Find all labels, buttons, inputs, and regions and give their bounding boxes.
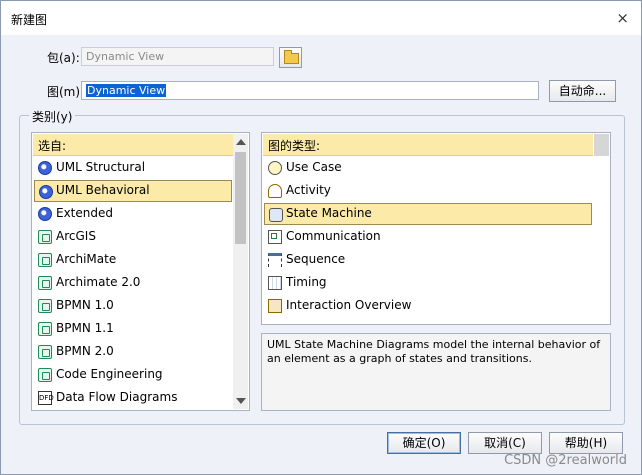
list-item[interactable]: UML Behavioral bbox=[34, 180, 232, 202]
package-label: 包(a): bbox=[47, 51, 80, 65]
folder-icon bbox=[284, 50, 299, 64]
list-item-label: Communication bbox=[286, 229, 381, 243]
communication-icon bbox=[268, 230, 282, 244]
category-label: 类别(y) bbox=[29, 108, 76, 125]
list-item[interactable]: State Machine bbox=[264, 203, 592, 225]
list-item[interactable]: Use Case bbox=[264, 157, 592, 179]
list-item[interactable]: BPMN 1.0 bbox=[34, 295, 232, 317]
scroll-down-icon[interactable] bbox=[236, 398, 246, 404]
list-item-label: Code Engineering bbox=[56, 367, 163, 381]
help-button[interactable]: 帮助(H) bbox=[549, 432, 623, 454]
template-icon bbox=[38, 230, 52, 244]
list-item-label: Data Flow Diagrams bbox=[56, 390, 178, 404]
template-icon bbox=[38, 299, 52, 313]
list-item-label: UML Behavioral bbox=[56, 183, 150, 197]
new-diagram-dialog: 新建图 × 包(a): Dynamic View 图(m): Dynamic V… bbox=[0, 0, 642, 475]
list-item[interactable]: Communication bbox=[264, 226, 592, 248]
template-icon bbox=[38, 253, 52, 267]
close-icon[interactable]: × bbox=[616, 9, 629, 27]
diagram-name-input[interactable]: Dynamic View bbox=[81, 81, 539, 100]
diagram-type-list[interactable]: 图的类型: Use Case Activity State Machine Commu… bbox=[261, 132, 611, 325]
list-item[interactable]: BPMN 2.0 bbox=[34, 341, 232, 363]
list-item-label: State Machine bbox=[286, 206, 372, 220]
list-item[interactable]: Data Flow Diagrams bbox=[34, 387, 232, 409]
list-item-label: Extended bbox=[56, 206, 113, 220]
list-item-label: ArchiMate bbox=[56, 252, 117, 266]
list-item-label: Sequence bbox=[286, 252, 346, 266]
list-item-label: ArcGIS bbox=[56, 229, 96, 243]
list-item-label: Timing bbox=[286, 275, 327, 289]
type-list-scrollbar[interactable] bbox=[594, 134, 609, 156]
from-list-scrollbar[interactable] bbox=[233, 134, 248, 409]
template-icon bbox=[38, 345, 52, 359]
list-item[interactable]: UML Structural bbox=[34, 157, 232, 179]
globe-icon bbox=[38, 161, 52, 175]
list-item-label: BPMN 1.1 bbox=[56, 321, 114, 335]
cancel-button[interactable]: 取消(C) bbox=[468, 432, 542, 454]
package-field: Dynamic View bbox=[81, 47, 274, 66]
list-item[interactable]: Code Engineering bbox=[34, 364, 232, 386]
list-item[interactable]: ArchiMate bbox=[34, 249, 232, 271]
template-icon bbox=[38, 276, 52, 290]
title-bar: 新建图 × bbox=[1, 1, 641, 35]
from-list-header: 选自: bbox=[33, 134, 233, 156]
list-item-label: UML Structural bbox=[56, 160, 146, 174]
type-list-header: 图的类型: bbox=[263, 134, 593, 156]
timing-icon bbox=[268, 276, 282, 290]
diagram-label: 图(m): bbox=[47, 85, 85, 99]
interaction-overview-icon bbox=[268, 299, 282, 313]
state-machine-icon bbox=[269, 208, 283, 222]
from-list[interactable]: 选自: UML Structural UML Behavioral Extended… bbox=[31, 132, 250, 411]
list-item-label: Archimate 2.0 bbox=[56, 275, 141, 289]
watermark: CSDN @2realworld bbox=[504, 453, 627, 468]
auto-name-button[interactable]: 自动命... bbox=[549, 80, 616, 102]
template-icon bbox=[38, 368, 52, 382]
use-case-icon bbox=[268, 161, 282, 175]
template-icon bbox=[38, 322, 52, 336]
list-item[interactable]: Timing bbox=[264, 272, 592, 294]
scroll-thumb[interactable] bbox=[235, 152, 246, 244]
list-item[interactable]: ArcGIS bbox=[34, 226, 232, 248]
list-item[interactable]: Interaction Overview bbox=[264, 295, 592, 317]
list-item[interactable]: Activity bbox=[264, 180, 592, 202]
activity-icon bbox=[268, 184, 282, 198]
list-item-label: BPMN 1.0 bbox=[56, 298, 114, 312]
list-item[interactable]: Extended bbox=[34, 203, 232, 225]
list-item-label: Use Case bbox=[286, 160, 342, 174]
list-item[interactable]: BPMN 1.1 bbox=[34, 318, 232, 340]
list-item[interactable]: Sequence bbox=[264, 249, 592, 271]
globe-icon bbox=[39, 185, 53, 199]
list-item-label: BPMN 2.0 bbox=[56, 344, 114, 358]
ok-button[interactable]: 确定(O) bbox=[387, 432, 461, 454]
diagram-description: UML State Machine Diagrams model the int… bbox=[261, 333, 611, 411]
diagram-name-selected-text: Dynamic View bbox=[86, 84, 167, 97]
dialog-title: 新建图 bbox=[11, 13, 48, 27]
sequence-icon bbox=[268, 253, 282, 267]
list-item-label: Activity bbox=[286, 183, 331, 197]
browse-package-button[interactable] bbox=[279, 47, 302, 68]
list-item-label: Interaction Overview bbox=[286, 298, 412, 312]
scroll-up-icon[interactable] bbox=[236, 139, 246, 145]
dfd-icon bbox=[38, 391, 52, 405]
globe-icon bbox=[38, 207, 52, 221]
list-item[interactable]: Archimate 2.0 bbox=[34, 272, 232, 294]
